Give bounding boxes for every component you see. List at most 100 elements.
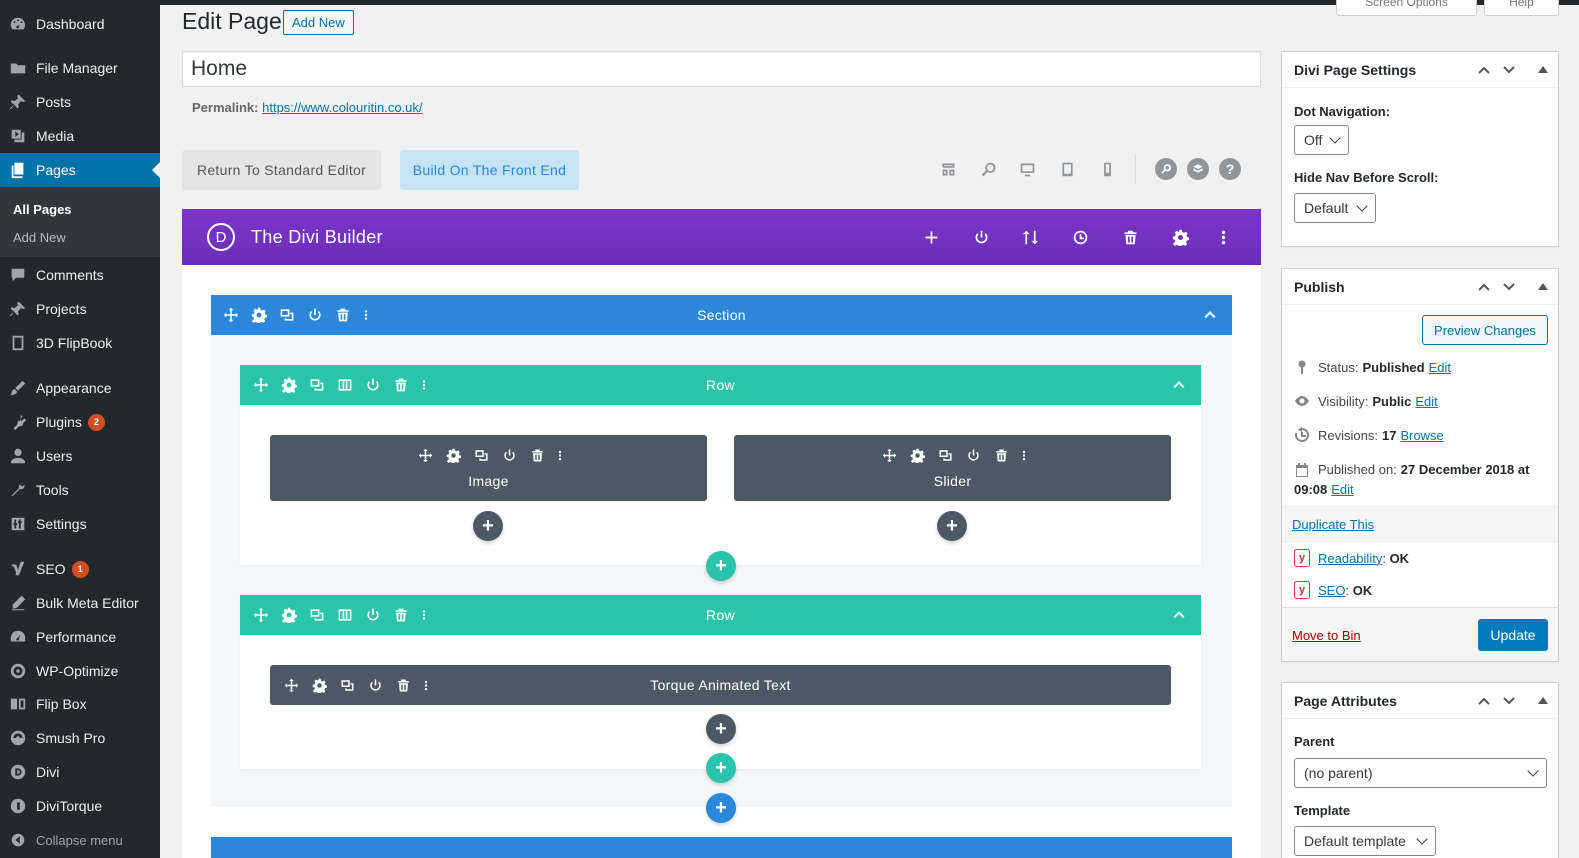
wireframe-view-icon[interactable] bbox=[936, 157, 960, 181]
power-icon[interactable] bbox=[962, 446, 984, 464]
add-row-button[interactable]: + bbox=[706, 753, 736, 783]
update-button[interactable]: Update bbox=[1478, 619, 1548, 651]
dot-navigation-select[interactable]: Off bbox=[1294, 125, 1349, 155]
sidebar-item-seo[interactable]: SEO 1 bbox=[0, 552, 160, 586]
module-torque-animated-text[interactable]: Torque Animated Text bbox=[270, 665, 1171, 705]
gear-icon[interactable] bbox=[906, 446, 928, 464]
find-replace-icon[interactable] bbox=[1155, 158, 1177, 180]
sidebar-item-dashboard[interactable]: Dashboard bbox=[0, 7, 160, 41]
sidebar-item-wp-optimize[interactable]: WP-Optimize bbox=[0, 654, 160, 688]
template-select[interactable]: Default template bbox=[1294, 826, 1436, 856]
row-header[interactable]: Row bbox=[240, 365, 1201, 405]
sidebar-item-label: Smush Pro bbox=[36, 730, 106, 746]
sidebar-item-divi[interactable]: Divi bbox=[0, 755, 160, 789]
sidebar-item-tools[interactable]: Tools bbox=[0, 473, 160, 507]
sidebar-item-posts[interactable]: Posts bbox=[0, 85, 160, 119]
layers-icon[interactable] bbox=[1187, 158, 1209, 180]
pin-icon bbox=[0, 300, 36, 318]
trash-icon[interactable] bbox=[990, 446, 1012, 464]
revisions-browse-link[interactable]: Browse bbox=[1400, 428, 1443, 443]
add-row-button[interactable]: + bbox=[706, 551, 736, 581]
power-icon[interactable] bbox=[969, 225, 993, 249]
duplicate-icon[interactable] bbox=[470, 446, 492, 464]
add-new-page-button[interactable]: Add New bbox=[283, 10, 354, 35]
more-options-icon[interactable] bbox=[554, 446, 566, 464]
sidebar-item-3d-flipbook[interactable]: 3D FlipBook bbox=[0, 326, 160, 360]
power-icon[interactable] bbox=[498, 446, 520, 464]
gear-icon[interactable] bbox=[442, 446, 464, 464]
move-up-icon[interactable] bbox=[1475, 692, 1493, 710]
move-down-icon[interactable] bbox=[1500, 692, 1518, 710]
module-image[interactable]: Image bbox=[270, 435, 707, 501]
move-up-icon[interactable] bbox=[1475, 278, 1493, 296]
toggle-panel-icon[interactable] bbox=[1538, 697, 1548, 704]
add-module-button[interactable]: + bbox=[706, 714, 736, 744]
move-icon[interactable] bbox=[414, 446, 436, 464]
add-section-button[interactable]: + bbox=[706, 793, 736, 823]
sidebar-item-performance[interactable]: Performance bbox=[0, 620, 160, 654]
duplicate-icon[interactable] bbox=[934, 446, 956, 464]
sidebar-item-label: 3D FlipBook bbox=[36, 335, 113, 351]
hide-nav-select[interactable]: Default bbox=[1294, 193, 1376, 223]
help-icon[interactable]: ? bbox=[1219, 158, 1241, 180]
sidebar-item-pages[interactable]: Pages bbox=[0, 153, 160, 187]
add-module-button[interactable]: + bbox=[473, 511, 503, 541]
move-up-icon[interactable] bbox=[1475, 61, 1493, 79]
phone-view-icon[interactable] bbox=[1095, 157, 1119, 181]
return-to-standard-editor-button[interactable]: Return To Standard Editor bbox=[182, 150, 381, 190]
next-section-header[interactable] bbox=[211, 837, 1232, 858]
trash-icon[interactable] bbox=[1118, 225, 1142, 249]
parent-select[interactable]: (no parent) bbox=[1294, 758, 1547, 788]
sidebar-item-settings[interactable]: Settings bbox=[0, 507, 160, 541]
sidebar-item-appearance[interactable]: Appearance bbox=[0, 371, 160, 405]
sidebar-item-divitorque[interactable]: DiviTorque bbox=[0, 789, 160, 823]
status-edit-link[interactable]: Edit bbox=[1429, 360, 1451, 375]
sort-icon[interactable] bbox=[1018, 225, 1042, 249]
more-options-icon[interactable] bbox=[1018, 446, 1030, 464]
trash-icon[interactable] bbox=[526, 446, 548, 464]
visibility-edit-link[interactable]: Edit bbox=[1415, 394, 1437, 409]
gear-icon[interactable] bbox=[1168, 225, 1192, 249]
collapse-chevron-icon[interactable] bbox=[1169, 375, 1189, 395]
help-tab[interactable]: Help bbox=[1484, 0, 1559, 16]
collapse-chevron-icon[interactable] bbox=[1200, 305, 1220, 325]
collapse-menu-button[interactable]: Collapse menu bbox=[0, 823, 160, 857]
sidebar-item-smush-pro[interactable]: Smush Pro bbox=[0, 721, 160, 755]
submenu-add-new[interactable]: Add New bbox=[13, 230, 66, 245]
zoom-view-icon[interactable] bbox=[976, 157, 1000, 181]
sidebar-item-projects[interactable]: Projects bbox=[0, 292, 160, 326]
move-icon[interactable] bbox=[878, 446, 900, 464]
module-slider[interactable]: Slider bbox=[734, 435, 1171, 501]
preview-changes-button[interactable]: Preview Changes bbox=[1422, 315, 1548, 345]
sidebar-item-bulk-meta-editor[interactable]: Bulk Meta Editor bbox=[0, 586, 160, 620]
add-module-button[interactable]: + bbox=[937, 511, 967, 541]
toggle-panel-icon[interactable] bbox=[1538, 283, 1548, 290]
history-icon[interactable] bbox=[1068, 225, 1092, 249]
sidebar-item-flip-box[interactable]: Flip Box bbox=[0, 687, 160, 721]
move-down-icon[interactable] bbox=[1500, 278, 1518, 296]
tablet-view-icon[interactable] bbox=[1055, 157, 1079, 181]
duplicate-this-link[interactable]: Duplicate This bbox=[1292, 517, 1374, 532]
published-on-edit-link[interactable]: Edit bbox=[1331, 480, 1353, 500]
seo-link[interactable]: SEO bbox=[1318, 583, 1345, 598]
sidebar-item-file-manager[interactable]: File Manager bbox=[0, 51, 160, 85]
desktop-view-icon[interactable] bbox=[1015, 157, 1039, 181]
more-options-icon[interactable] bbox=[1211, 225, 1235, 249]
sidebar-item-media[interactable]: Media bbox=[0, 119, 160, 153]
row-header[interactable]: Row bbox=[240, 595, 1201, 635]
sidebar-item-users[interactable]: Users bbox=[0, 439, 160, 473]
submenu-all-pages[interactable]: All Pages bbox=[13, 202, 72, 217]
readability-link[interactable]: Readability bbox=[1318, 551, 1382, 566]
toggle-panel-icon[interactable] bbox=[1538, 66, 1548, 73]
permalink-url[interactable]: https://www.colouritin.co.uk/ bbox=[262, 100, 422, 115]
screen-options-tab[interactable]: Screen Options bbox=[1336, 0, 1477, 16]
move-to-bin-link[interactable]: Move to Bin bbox=[1292, 628, 1361, 643]
sidebar-item-plugins[interactable]: Plugins 2 bbox=[0, 405, 160, 439]
sidebar-item-comments[interactable]: Comments bbox=[0, 258, 160, 292]
page-title-input[interactable]: Home bbox=[182, 51, 1261, 87]
collapse-chevron-icon[interactable] bbox=[1169, 605, 1189, 625]
add-layout-icon[interactable] bbox=[919, 225, 943, 249]
section-header[interactable]: Section bbox=[211, 295, 1232, 335]
move-down-icon[interactable] bbox=[1500, 61, 1518, 79]
build-on-front-end-button[interactable]: Build On The Front End bbox=[400, 150, 579, 190]
